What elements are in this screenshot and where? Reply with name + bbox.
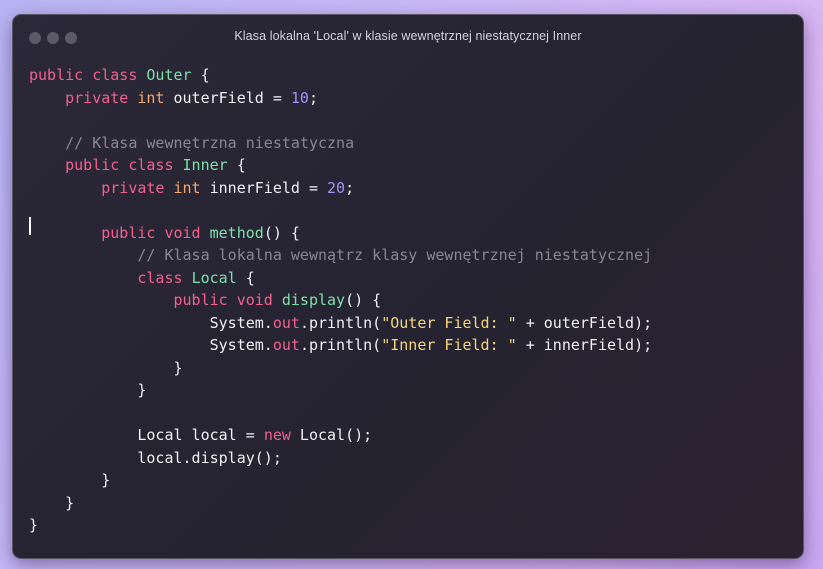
window-title: Klasa lokalna 'Local' w klasie wewnętrzn… [234,29,582,43]
string-literal: "Outer Field: " [381,313,517,332]
keyword-token: private [65,88,129,107]
code-line: System.out.println("Inner Field: " + inn… [29,334,653,357]
code-text: () { [263,223,300,242]
code-line: Local local = new Local(); [29,424,652,447]
code-line: public void method() { [29,222,652,245]
code-text: } [29,358,183,377]
code-line: } [29,492,652,515]
code-editor[interactable]: public class Outer { private int outerFi… [29,64,652,537]
keyword-token: class [92,66,138,84]
code-text: { [227,156,246,174]
code-text: () { [345,291,382,309]
code-line: public class Inner { [29,154,652,177]
string-literal: "Inner Field: " [381,336,517,354]
number-literal: 20 [327,178,346,197]
code-text: } [29,516,39,534]
code-line: // Klasa lokalna wewnątrz klasy wewnętrz… [29,244,652,267]
code-line: } [29,379,652,402]
code-line: public class Outer { [29,64,652,87]
keyword-token: new [263,426,291,444]
code-line: } [29,514,652,537]
keyword-token: void [164,223,201,242]
code-line: private int innerField = 20; [29,177,652,200]
method-name-token: display [281,291,346,309]
title-bar: Klasa lokalna 'Local' w klasie wewnętrzn… [13,15,803,61]
code-text: Local(); [290,426,373,444]
code-text: .println( [299,313,382,332]
code-text: System. [29,313,273,332]
keyword-token: void [236,291,273,309]
code-text: } [29,471,111,489]
type-token: int [137,88,165,107]
method-name-token: method [209,223,264,242]
text-cursor [29,217,31,235]
code-text: local.display(); [29,448,282,467]
code-text: { [236,268,255,287]
code-text: + innerField); [516,336,653,354]
code-text: innerField = [200,178,328,197]
code-line: // Klasa wewnętrzna niestatyczna [29,132,652,155]
keyword-token: public [65,156,120,174]
class-name-token: Inner [182,156,228,174]
code-line: public void display() { [29,289,652,312]
code-text: } [29,493,75,512]
code-text: + outerField); [516,313,653,332]
class-name-token: Local [191,268,237,287]
field-token: out [272,313,300,332]
code-comment: // Klasa lokalna wewnątrz klasy wewnętrz… [137,246,653,264]
keyword-token: class [137,268,183,287]
keyword-token: class [128,156,174,174]
code-text: Local local = [29,426,264,444]
code-text: .println( [299,336,382,354]
keyword-token: private [101,178,165,197]
code-text: ; [308,88,318,107]
code-line: local.display(); [29,447,652,470]
type-token: int [173,178,201,197]
keyword-token: public [173,291,228,309]
code-line: } [29,357,652,380]
code-text: System. [29,336,273,354]
code-line: System.out.println("Outer Field: " + out… [29,312,653,335]
code-line: } [29,469,652,492]
code-line: class Local { [29,267,652,290]
code-text: { [191,66,210,84]
code-line: private int outerField = 10; [29,87,652,110]
field-token: out [272,336,300,354]
code-text: } [29,381,147,399]
keyword-token: public [29,66,84,84]
number-literal: 10 [290,88,309,107]
code-comment: // Klasa wewnętrzna niestatyczna [65,133,355,152]
keyword-token: public [101,223,156,242]
code-text: outerField = [164,88,291,107]
code-text: ; [345,178,355,197]
class-name-token: Outer [146,66,192,84]
code-window: Klasa lokalna 'Local' w klasie wewnętrzn… [12,14,804,559]
